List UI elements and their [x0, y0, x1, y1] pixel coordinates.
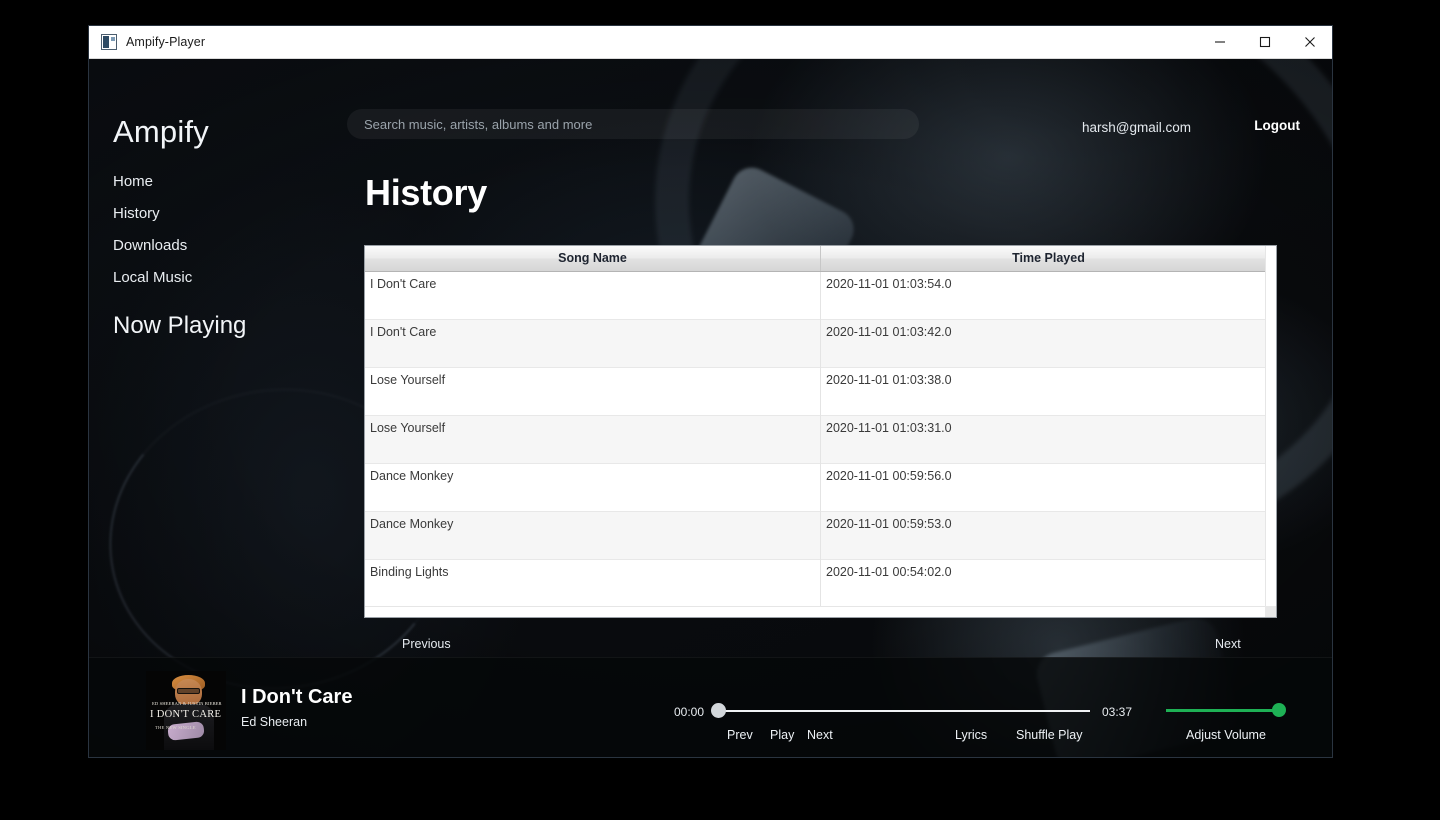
sidebar-item-local-music[interactable]: Local Music: [113, 269, 192, 286]
album-art: ED SHEERAN & JUSTIN BIEBER I DON'T CARE …: [146, 671, 226, 750]
close-icon[interactable]: [1287, 26, 1332, 58]
sidebar-item-downloads[interactable]: Downloads: [113, 237, 187, 254]
cell-song-name: Dance Monkey: [365, 463, 821, 511]
table-row[interactable]: I Don't Care 2020-11-01 01:03:54.0: [365, 271, 1276, 319]
volume-slider[interactable]: [1166, 709, 1279, 712]
cell-song-name: I Don't Care: [365, 319, 821, 367]
sidebar-item-home[interactable]: Home: [113, 173, 153, 190]
table-row[interactable]: Lose Yourself 2020-11-01 01:03:31.0: [365, 415, 1276, 463]
table-row[interactable]: Dance Monkey 2020-11-01 00:59:56.0: [365, 463, 1276, 511]
table-row[interactable]: Binding Lights 2020-11-01 00:54:02.0: [365, 559, 1276, 607]
progress-bar[interactable]: [718, 710, 1090, 712]
table-vertical-scrollbar[interactable]: [1265, 246, 1276, 617]
history-table: Song Name Time Played I Don't Care 2020-1…: [365, 246, 1276, 607]
play-button[interactable]: Play: [770, 728, 794, 742]
table-head: Song Name Time Played: [365, 246, 1276, 272]
sidebar: Ampify Home History Downloads Local Musi…: [113, 114, 343, 340]
album-art-glasses: [177, 688, 200, 694]
table-body: I Don't Care 2020-11-01 01:03:54.0 I Don't…: [365, 271, 1276, 607]
search-input[interactable]: [347, 109, 919, 139]
now-playing-track-title: I Don't Care: [241, 686, 353, 708]
app-content: harsh@gmail.com Logout Ampify Home Histo…: [89, 59, 1332, 757]
cell-time-played: 2020-11-01 01:03:38.0: [826, 372, 952, 387]
cell-song-name: Lose Yourself: [365, 415, 821, 463]
table-horizontal-scrollbar[interactable]: [365, 606, 1276, 617]
user-email: harsh@gmail.com: [1082, 120, 1191, 135]
minimize-icon[interactable]: [1197, 26, 1242, 58]
next-button[interactable]: Next: [807, 728, 833, 742]
cell-time-played: 2020-11-01 01:03:54.0: [826, 276, 952, 291]
cell-song-name: I Don't Care: [365, 271, 821, 319]
table-row[interactable]: Dance Monkey 2020-11-01 00:59:53.0: [365, 511, 1276, 559]
cell-time-played: 2020-11-01 00:54:02.0: [826, 564, 952, 579]
logout-button[interactable]: Logout: [1254, 118, 1300, 133]
cell-song-name: Dance Monkey: [365, 511, 821, 559]
prev-button[interactable]: Prev: [727, 728, 753, 742]
page-title: History: [365, 172, 487, 213]
volume-label: Adjust Volume: [1186, 728, 1266, 742]
window-controls: [1197, 26, 1332, 58]
total-time: 03:37: [1102, 705, 1133, 719]
table-scrollbar-corner: [1265, 606, 1276, 617]
history-table-container: Song Name Time Played I Don't Care 2020-1…: [364, 245, 1277, 618]
sidebar-item-history[interactable]: History: [113, 205, 160, 222]
cell-time-played: 2020-11-01 00:59:53.0: [820, 511, 1276, 559]
title-bar: Ampify-Player: [89, 26, 1332, 59]
lyrics-button[interactable]: Lyrics: [955, 728, 987, 742]
table-row[interactable]: I Don't Care 2020-11-01 01:03:42.0: [365, 319, 1276, 367]
table-row[interactable]: Lose Yourself 2020-11-01 01:03:38.0: [365, 367, 1276, 415]
cell-song-name: Lose Yourself: [365, 367, 821, 415]
previous-page-button[interactable]: Previous: [402, 637, 451, 651]
maximize-icon[interactable]: [1242, 26, 1287, 58]
cell-time-played: 2020-11-01 01:03:42.0: [820, 319, 1276, 367]
volume-slider-thumb[interactable]: [1272, 703, 1286, 717]
now-playing-track-artist: Ed Sheeran: [241, 715, 308, 729]
player-bar: ED SHEERAN & JUSTIN BIEBER I DON'T CARE …: [89, 657, 1332, 757]
shuffle-play-button[interactable]: Shuffle Play: [1016, 728, 1082, 742]
app-window: Ampify-Player harsh@gmail.com Logout: [88, 25, 1333, 758]
column-header-time-played[interactable]: Time Played: [820, 246, 1276, 272]
cell-time-played: 2020-11-01 01:03:31.0: [820, 415, 1276, 463]
progress-bar-thumb[interactable]: [711, 703, 726, 718]
app-icon: [101, 34, 117, 50]
cell-song-name: Binding Lights: [365, 559, 821, 607]
column-header-song-name[interactable]: Song Name: [365, 246, 821, 272]
window-title: Ampify-Player: [126, 35, 206, 49]
album-art-line2: I DON'T CARE: [150, 709, 222, 720]
album-art-line1: ED SHEERAN & JUSTIN BIEBER: [152, 701, 222, 706]
now-playing-heading: Now Playing: [113, 312, 247, 339]
brand-logo: Ampify: [113, 114, 209, 149]
next-page-button[interactable]: Next: [1215, 637, 1241, 651]
current-time: 00:00: [674, 705, 705, 719]
album-art-line3: THE NEW SINGLE: [155, 725, 196, 730]
table-header-row: Song Name Time Played: [365, 246, 1276, 272]
cell-time-played: 2020-11-01 00:59:56.0: [826, 468, 952, 483]
